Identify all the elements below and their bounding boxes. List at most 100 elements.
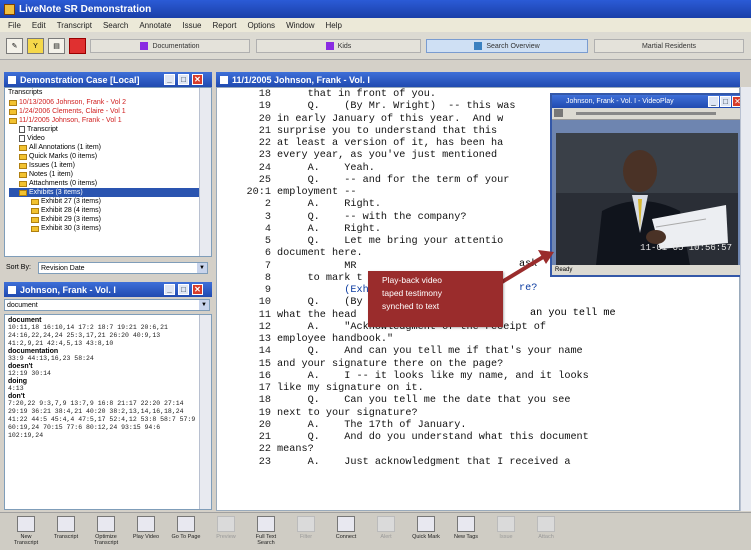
transcript-line[interactable]: 8 to mark t: [217, 273, 363, 285]
transcript-line[interactable]: 16 A. I -- it looks like my name, and it…: [217, 371, 589, 383]
tree-item[interactable]: Transcript: [9, 125, 211, 134]
transcript-line[interactable]: 11 what the head: [217, 310, 357, 322]
tree-item[interactable]: Exhibit 29 (3 items): [9, 215, 211, 224]
tree-item[interactable]: 10/13/2006 Johnson, Frank - Vol 2: [9, 98, 211, 107]
tree-item[interactable]: Video: [9, 134, 211, 143]
tree-item[interactable]: 11/1/2005 Johnson, Frank - Vol 1: [9, 116, 211, 125]
word-index-scrollbar[interactable]: [199, 315, 211, 509]
case-tree-scrollbar[interactable]: [199, 88, 211, 256]
menu-window[interactable]: Window: [286, 21, 314, 30]
transcript-line[interactable]: 6 document here.: [217, 248, 363, 260]
optimize-button[interactable]: Optimize Transcript: [88, 516, 124, 549]
menu-edit[interactable]: Edit: [32, 21, 46, 30]
play-icon[interactable]: [554, 109, 563, 117]
tree-item[interactable]: Exhibit 30 (3 items): [9, 224, 211, 233]
tab-documentation[interactable]: Documentation: [90, 39, 250, 53]
transcript-line[interactable]: 20:1 employment --: [217, 187, 357, 199]
transcript-line[interactable]: 17 like my signature on it.: [217, 383, 424, 395]
filter-button[interactable]: Filter: [288, 516, 324, 549]
transcript-scrollbar[interactable]: [740, 87, 751, 511]
chevron-down-icon[interactable]: ▼: [197, 263, 207, 273]
quick-mark-button[interactable]: Quick Mark: [408, 516, 444, 549]
tree-item[interactable]: All Annotations (1 item): [9, 143, 211, 152]
index-word[interactable]: document: [8, 317, 197, 324]
transcript-line[interactable]: 10 Q. (By: [217, 297, 363, 309]
transcript-line[interactable]: 18 that in front of you.: [217, 89, 436, 101]
menu-report[interactable]: Report: [212, 21, 236, 30]
video-seek-slider[interactable]: [575, 112, 716, 115]
maximize-button[interactable]: □: [178, 284, 189, 295]
new-transcript-button[interactable]: New Transcript: [8, 516, 44, 549]
transcript-line[interactable]: 18 Q. Can you tell me the date that you …: [217, 395, 571, 407]
save-icon[interactable]: ▤: [48, 38, 65, 54]
maximize-button[interactable]: □: [178, 74, 189, 85]
tree-item[interactable]: Notes (1 item): [9, 170, 211, 179]
index-word[interactable]: doesn't: [8, 363, 197, 370]
tree-item[interactable]: Attachments (0 items): [9, 179, 211, 188]
transcript-line[interactable]: 7 MR: [217, 261, 357, 273]
index-word[interactable]: doing: [8, 378, 197, 385]
transcript-line[interactable]: 21 surprise you to understand that this: [217, 126, 497, 138]
chevron-down-icon[interactable]: ▼: [199, 300, 209, 310]
tree-item[interactable]: Exhibits (3 items): [9, 188, 211, 197]
tab-search-overview[interactable]: Search Overview: [426, 39, 588, 53]
minimize-button[interactable]: _: [708, 96, 719, 107]
tree-item[interactable]: Issues (1 item): [9, 161, 211, 170]
new-tags-button[interactable]: New Tags: [448, 516, 484, 549]
attach-button[interactable]: Attach: [528, 516, 564, 549]
connect-button[interactable]: Connect: [328, 516, 364, 549]
play-video-button[interactable]: Play Video: [128, 516, 164, 549]
menu-issue[interactable]: Issue: [182, 21, 201, 30]
issue-button[interactable]: Issue: [488, 516, 524, 549]
transcript-line[interactable]: 9 (Exh: [217, 285, 369, 297]
index-references[interactable]: 33:9 44:13,16,23 58:24: [8, 355, 197, 363]
transcript-line[interactable]: 5 Q. Let me bring your attentio: [217, 236, 503, 248]
close-button[interactable]: ✕: [192, 284, 203, 295]
open-icon[interactable]: ✎: [6, 38, 23, 54]
transcript-line[interactable]: 13 employee handbook.": [217, 334, 393, 346]
transcript-line[interactable]: 20 A. The 17th of January.: [217, 420, 467, 432]
go-to-page-button[interactable]: Go To Page: [168, 516, 204, 549]
transcript-line[interactable]: 22 means?: [217, 444, 314, 456]
index-word[interactable]: don't: [8, 393, 197, 400]
transcript-line[interactable]: 25 Q. -- and for the term of your: [217, 175, 510, 187]
index-references[interactable]: 12:19 30:14: [8, 370, 197, 378]
alert-button[interactable]: Alert: [368, 516, 404, 549]
menu-transcript[interactable]: Transcript: [57, 21, 92, 30]
sort-select[interactable]: Revision Date ▼: [38, 262, 208, 274]
tab-kids[interactable]: Kids: [256, 39, 421, 53]
video-player-window[interactable]: Johnson, Frank - Vol. I - VideoPlay _ □ …: [550, 93, 744, 277]
search-button[interactable]: Full Text Search: [248, 516, 284, 549]
index-filter-select[interactable]: document ▼: [4, 299, 210, 311]
tree-item[interactable]: Exhibit 28 (4 items): [9, 206, 211, 215]
index-word[interactable]: documentation: [8, 348, 197, 355]
yellow-icon[interactable]: Y: [27, 38, 44, 54]
transcript-button[interactable]: Transcript: [48, 516, 84, 549]
transcript-line[interactable]: 21 Q. And do you understand what this do…: [217, 432, 589, 444]
transcript-line[interactable]: 14 Q. And can you tell me if that's your…: [217, 346, 583, 358]
transcript-line[interactable]: 22 at least a version of it, has been ha: [217, 138, 503, 150]
transcript-line[interactable]: 3 Q. -- with the company?: [217, 212, 467, 224]
index-references[interactable]: 10:11,18 16:10,14 17:2 18:7 19:21 20:6,2…: [8, 324, 197, 348]
transcript-line[interactable]: 23 every year, as you've just mentioned: [217, 150, 497, 162]
tree-item[interactable]: Exhibit 27 (3 items): [9, 197, 211, 206]
transcript-line[interactable]: 2 A. Right.: [217, 199, 381, 211]
menu-annotate[interactable]: Annotate: [139, 21, 171, 30]
menu-help[interactable]: Help: [326, 21, 342, 30]
menu-file[interactable]: File: [8, 21, 21, 30]
transcript-line[interactable]: 23 A. Just acknowledgment that I receive…: [217, 457, 571, 469]
transcript-line[interactable]: 24 A. Yeah.: [217, 163, 375, 175]
menu-search[interactable]: Search: [103, 21, 128, 30]
transcript-line[interactable]: 4 A. Right.: [217, 224, 381, 236]
minimize-button[interactable]: _: [164, 74, 175, 85]
minimize-button[interactable]: _: [164, 284, 175, 295]
transcript-line[interactable]: 15 and your signature there on the page?: [217, 359, 503, 371]
transcript-line[interactable]: 20 in early January of this year. And w: [217, 114, 503, 126]
transcript-line[interactable]: 19 next to your signature?: [217, 408, 418, 420]
index-references[interactable]: 7:20,22 9:3,7,9 13:7,9 16:8 21:17 22:20 …: [8, 400, 197, 440]
red-flag-icon[interactable]: [69, 38, 86, 54]
tab-martial-residents[interactable]: Martial Residents: [594, 39, 744, 53]
index-references[interactable]: 4:13: [8, 385, 197, 393]
preview-button[interactable]: Preview: [208, 516, 244, 549]
transcript-line[interactable]: 19 Q. (By Mr. Wright) -- this was: [217, 101, 516, 113]
